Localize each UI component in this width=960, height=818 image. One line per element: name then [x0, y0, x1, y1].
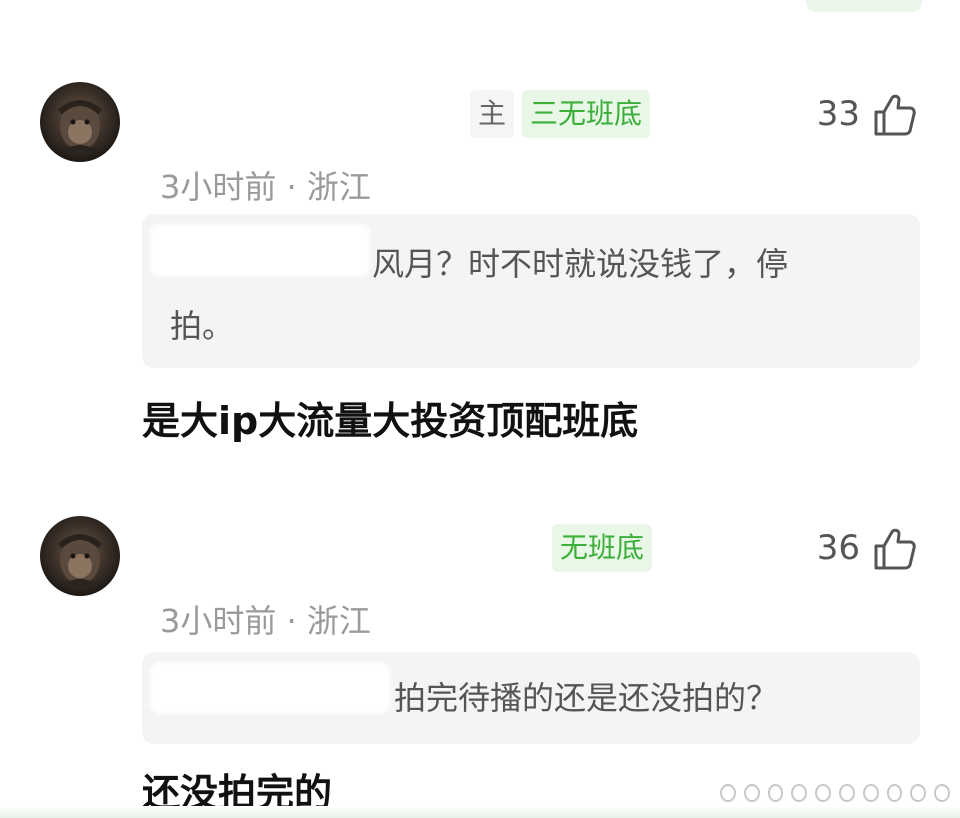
like-count: 33: [816, 94, 860, 134]
quote-text-line2: 拍。: [170, 307, 235, 345]
watermark: [720, 780, 950, 806]
quoted-comment[interactable]: 风月？时不时就说没钱了，停 拍。: [142, 214, 920, 368]
user-avatar[interactable]: [40, 82, 120, 162]
reply-text: 是大ip大流量大投资顶配班底: [142, 399, 639, 443]
comment-meta: 3小时前 · 浙江: [160, 168, 371, 206]
quote-text-line1: 拍完待播的还是还没拍的？: [394, 679, 779, 717]
user-avatar[interactable]: [40, 516, 120, 596]
redacted-text: [150, 662, 390, 714]
comment-thread: 主 三无班底 33 3小时前 · 浙江 风月？时不时就说没钱了，停 拍。 是大i…: [0, 0, 960, 818]
bottom-divider: [0, 806, 960, 818]
quoted-comment[interactable]: 拍完待播的还是还没拍的？: [142, 652, 920, 744]
reply-button-partial[interactable]: [806, 0, 922, 12]
monkey-avatar-icon: [57, 100, 103, 155]
like-count: 36: [816, 528, 860, 568]
redacted-text: [150, 224, 370, 276]
monkey-avatar-icon: [57, 534, 103, 589]
tag-author: 主: [470, 90, 515, 138]
tag-group: 无班底: [552, 524, 653, 572]
thumbs-up-icon[interactable]: [870, 90, 918, 138]
thumbs-up-icon[interactable]: [870, 524, 918, 572]
quote-text-line1: 风月？时不时就说没钱了，停: [372, 245, 789, 283]
comment-meta: 3小时前 · 浙江: [160, 602, 371, 640]
tag-group: 三无班底: [522, 90, 651, 138]
